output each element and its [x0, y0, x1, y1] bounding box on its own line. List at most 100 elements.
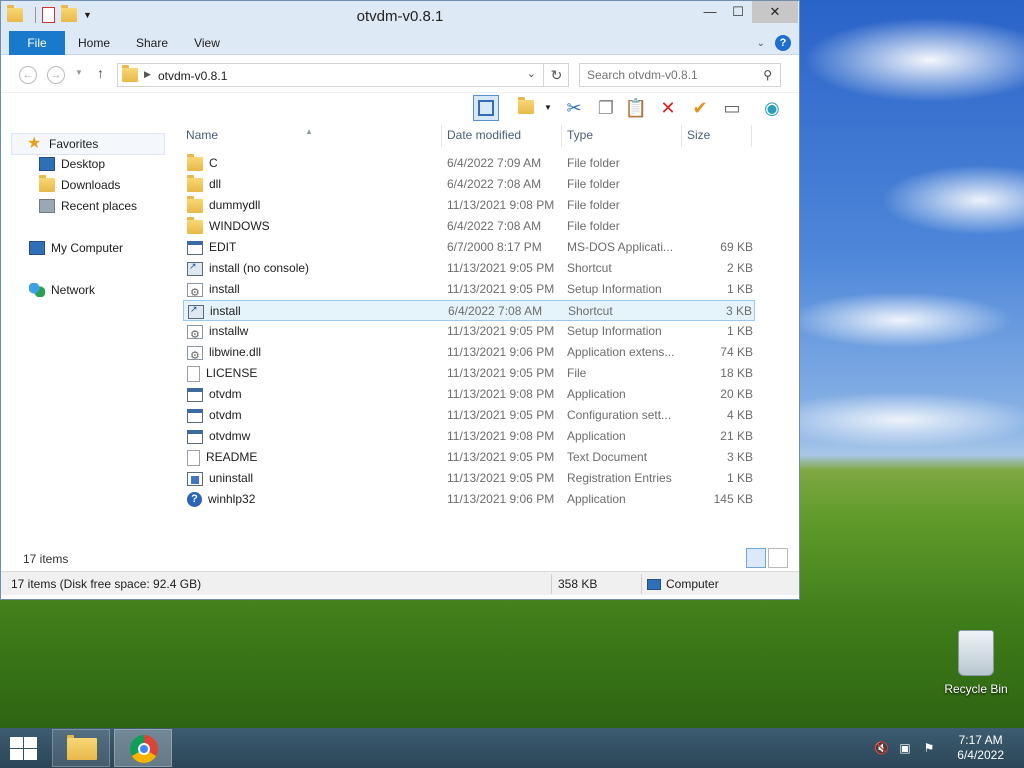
- minimize-button[interactable]: —: [695, 1, 725, 23]
- views-dropdown-icon[interactable]: ▼: [544, 103, 552, 112]
- nav-recent-places[interactable]: Recent places: [39, 196, 137, 216]
- window-title: otvdm-v0.8.1: [356, 8, 444, 25]
- preview-pane-icon[interactable]: [473, 95, 499, 121]
- network-tray-icon[interactable]: ▣: [898, 741, 912, 755]
- registry-icon: [187, 471, 203, 486]
- maximize-button[interactable]: ☐: [723, 1, 753, 23]
- cut-icon[interactable]: ✂: [561, 95, 587, 121]
- file-date: 11/13/2021 9:05 PM: [447, 261, 555, 275]
- star-icon: ★: [27, 135, 42, 152]
- nav-downloads[interactable]: Downloads: [39, 175, 120, 195]
- recycle-bin-shortcut[interactable]: Recycle Bin: [940, 630, 1012, 696]
- tab-view[interactable]: View: [185, 31, 229, 55]
- search-icon[interactable]: ⚲: [763, 68, 772, 82]
- file-name: libwine.dll: [209, 345, 262, 359]
- file-name-cell: uninstall: [187, 468, 253, 489]
- file-row[interactable]: ? winhlp32 11/13/2021 9:06 PM Application 14…: [183, 489, 755, 510]
- nav-network[interactable]: Network: [29, 280, 95, 300]
- chevron-down-icon[interactable]: ⌄: [527, 67, 536, 80]
- help-icon[interactable]: ?: [775, 35, 791, 51]
- column-date-modified[interactable]: Date modified: [442, 127, 562, 149]
- search-input[interactable]: [580, 64, 750, 86]
- action-center-icon[interactable]: ⚑: [922, 741, 936, 755]
- rename-icon[interactable]: ▭: [719, 95, 745, 121]
- expand-ribbon-icon[interactable]: ⌄: [757, 38, 765, 49]
- tab-file[interactable]: File: [9, 31, 65, 55]
- file-size: 145 KB: [713, 492, 753, 506]
- shortcut-icon: [187, 256, 203, 277]
- file-row[interactable]: dummydll 11/13/2021 9:08 PM File folder: [183, 195, 755, 216]
- title-bar[interactable]: ▼ otvdm-v0.8.1 — ☐ ✕: [1, 1, 799, 31]
- breadcrumb[interactable]: otvdm-v0.8.1: [158, 69, 227, 83]
- file-row[interactable]: dll 6/4/2022 7:08 AM File folder: [183, 174, 755, 195]
- views-icon[interactable]: [513, 95, 539, 121]
- column-name[interactable]: Name ▲: [181, 127, 441, 149]
- file-name: otvdm: [209, 387, 242, 401]
- file-name: installw: [209, 324, 249, 338]
- file-row[interactable]: install (no console) 11/13/2021 9:05 PM Sh…: [183, 256, 755, 279]
- copy-icon[interactable]: ❐: [593, 95, 619, 121]
- file-name: dll: [209, 177, 222, 191]
- globe-icon[interactable]: ◉: [759, 95, 785, 121]
- file-row[interactable]: install 11/13/2021 9:05 PM Setup Informati…: [183, 279, 755, 304]
- file-row[interactable]: LICENSE 11/13/2021 9:05 PM File 18 KB: [183, 363, 755, 384]
- forward-button[interactable]: →: [47, 66, 65, 84]
- nav-my-computer[interactable]: My Computer: [29, 238, 123, 258]
- file-name-cell: README: [187, 447, 257, 468]
- file-row[interactable]: uninstall 11/13/2021 9:05 PM Registration …: [183, 468, 755, 489]
- volume-muted-icon[interactable]: 🔇: [874, 741, 889, 755]
- clock[interactable]: 7:17 AM 6/4/2022: [957, 733, 1004, 763]
- file-row[interactable]: EDIT 6/7/2000 8:17 PM MS-DOS Applicati... 6…: [183, 237, 755, 258]
- column-size[interactable]: Size: [682, 127, 752, 149]
- file-row[interactable]: install 6/4/2022 7:08 AM Shortcut 3 KB: [183, 299, 755, 321]
- folder-icon: [187, 216, 203, 234]
- address-bar[interactable]: ▶ otvdm-v0.8.1 ⌄: [117, 63, 569, 87]
- nav-desktop[interactable]: Desktop: [39, 154, 105, 174]
- file-row[interactable]: installw 11/13/2021 9:05 PM Setup Informat…: [183, 321, 755, 346]
- file-date: 11/13/2021 9:05 PM: [447, 366, 555, 380]
- sort-ascending-icon: ▲: [305, 127, 313, 136]
- nav-favorites-label: Favorites: [49, 137, 99, 151]
- recycle-bin-icon: [958, 630, 994, 676]
- file-date: 11/13/2021 9:05 PM: [447, 324, 555, 338]
- windows-logo-icon: [10, 737, 23, 748]
- refresh-button[interactable]: ↻: [543, 63, 569, 87]
- close-button[interactable]: ✕: [752, 1, 798, 23]
- file-row[interactable]: otvdm 11/13/2021 9:05 PM Configuration set…: [183, 405, 755, 426]
- file-row[interactable]: libwine.dll 11/13/2021 9:06 PM Application…: [183, 342, 755, 367]
- recent-locations-icon[interactable]: ▼: [75, 68, 83, 77]
- taskbar-chrome[interactable]: [114, 729, 172, 767]
- details-view-button[interactable]: [746, 548, 766, 568]
- tab-home[interactable]: Home: [71, 31, 117, 55]
- file-size: 3 KB: [725, 304, 752, 318]
- nav-favorites[interactable]: ★ Favorites: [27, 134, 98, 154]
- clock-date: 6/4/2022: [957, 748, 1004, 762]
- file-name-cell: dummydll: [187, 195, 260, 216]
- checkmark-icon[interactable]: ✔: [687, 95, 713, 121]
- file-row[interactable]: otvdmw 11/13/2021 9:08 PM Application 21 KB: [183, 426, 755, 447]
- paste-icon[interactable]: 📋: [623, 95, 649, 121]
- file-row[interactable]: WINDOWS 6/4/2022 7:08 AM File folder: [183, 216, 755, 237]
- folder-icon: [122, 65, 138, 82]
- file-name: uninstall: [209, 471, 254, 485]
- large-icons-view-button[interactable]: [768, 548, 788, 568]
- clock-time: 7:17 AM: [958, 733, 1003, 747]
- up-arrow-icon[interactable]: ↑: [97, 65, 104, 81]
- file-row[interactable]: C 6/4/2022 7:09 AM File folder: [183, 153, 755, 174]
- file-row[interactable]: otvdm 11/13/2021 9:08 PM Application 20 KB: [183, 384, 755, 405]
- file-name: README: [206, 450, 258, 464]
- search-box[interactable]: ⚲: [579, 63, 781, 87]
- chevron-right-icon[interactable]: ▶: [144, 69, 151, 80]
- column-type[interactable]: Type: [562, 127, 682, 149]
- file-row[interactable]: README 11/13/2021 9:05 PM Text Document 3 K…: [183, 447, 755, 468]
- file-name: LICENSE: [206, 366, 258, 380]
- nav-recent-places-label: Recent places: [61, 199, 138, 213]
- file-type: Shortcut: [568, 304, 613, 318]
- file-list: Name ▲ Date modified Type Size C 6/4/2022…: [181, 123, 771, 543]
- tab-share[interactable]: Share: [129, 31, 175, 55]
- taskbar-file-explorer[interactable]: [52, 729, 110, 767]
- file-type: Setup Information: [567, 282, 662, 296]
- delete-icon[interactable]: ✕: [655, 95, 681, 121]
- back-button[interactable]: ←: [19, 66, 37, 84]
- start-button[interactable]: [8, 736, 38, 760]
